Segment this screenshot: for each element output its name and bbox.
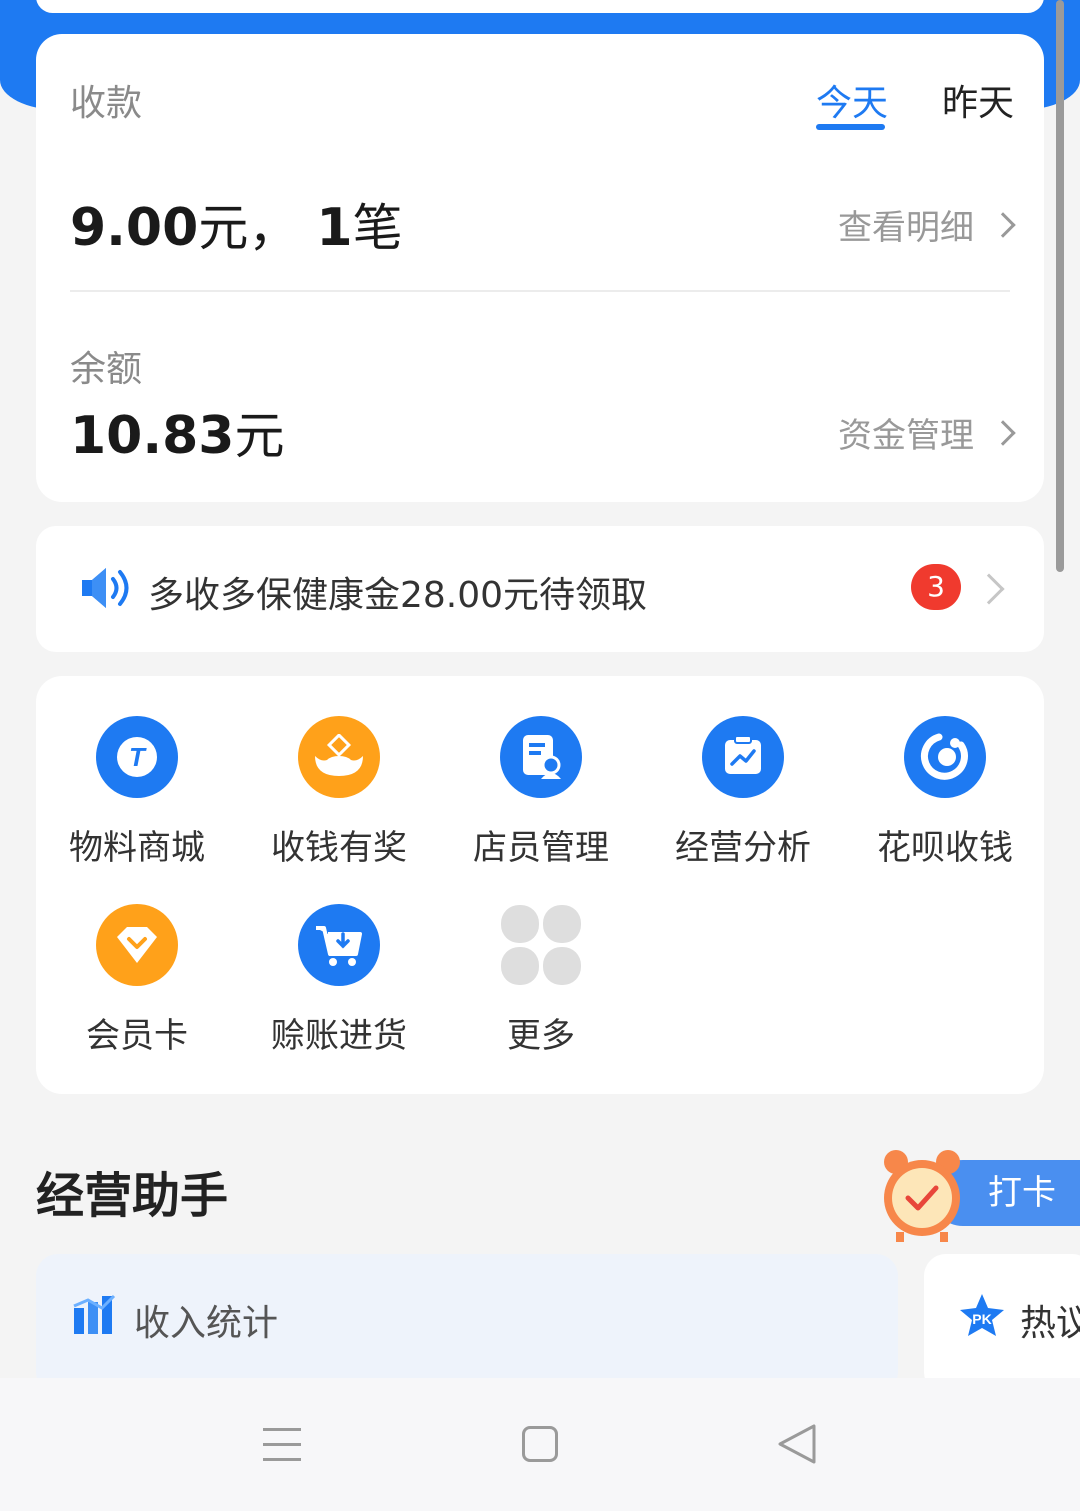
amount-value: 9.00	[70, 198, 199, 258]
system-navigation-bar	[0, 1378, 1080, 1511]
promo-notice-bar[interactable]: 多收多保健康金28.00元待领取 3	[36, 526, 1044, 652]
more-grid-icon	[500, 904, 582, 986]
checkin-button[interactable]: 打卡	[880, 1146, 1080, 1246]
tool-label: 店员管理	[473, 828, 609, 868]
collection-summary-card: 收款 今天 昨天 9.00元， 1笔 查看明细 余额 10.83元 资金管理	[36, 34, 1044, 502]
chart-icon	[702, 716, 784, 798]
tools-grid: T 物料商城 收钱有奖 店员管理 经营分析 花呗收钱 会员卡 赊账进货 更多	[36, 676, 1044, 1094]
tab-active-indicator	[816, 124, 885, 130]
count-unit: 笔	[352, 199, 403, 257]
tool-label: 花呗收钱	[877, 828, 1013, 868]
alarm-clock-icon	[880, 1146, 964, 1246]
top-card-edge	[36, 0, 1044, 13]
speaker-icon	[80, 564, 134, 616]
fund-management-link[interactable]: 资金管理	[838, 408, 1016, 457]
tool-staff-management[interactable]: 店员管理	[440, 716, 642, 869]
balance-value: 10.83元	[70, 396, 284, 468]
pk-star-icon: PK	[958, 1292, 1006, 1342]
balance-amount: 10.83	[70, 406, 235, 466]
assistant-title: 经营助手	[36, 1168, 229, 1224]
tool-member-card[interactable]: 会员卡	[36, 904, 238, 1057]
chevron-right-icon	[973, 573, 1005, 605]
tool-label: 收钱有奖	[271, 828, 407, 868]
tool-business-analysis[interactable]: 经营分析	[642, 716, 844, 869]
today-amount: 9.00元， 1笔	[70, 188, 403, 260]
income-stats-card[interactable]: 收入统计	[36, 1254, 898, 1394]
ingot-icon	[298, 716, 380, 798]
amount-unit: 元，	[198, 199, 299, 257]
collection-title: 收款	[70, 83, 143, 124]
tool-credit-purchase[interactable]: 赊账进货	[238, 904, 440, 1057]
svg-text:PK: PK	[972, 1311, 991, 1327]
count-value: 1	[316, 198, 353, 258]
tool-label: 会员卡	[86, 1016, 188, 1056]
t-shop-icon: T	[96, 716, 178, 798]
diamond-icon	[96, 904, 178, 986]
notification-badge: 3	[911, 564, 961, 610]
scrollbar[interactable]	[1056, 0, 1064, 572]
back-icon[interactable]	[776, 1422, 818, 1470]
promo-notice-text: 多收多保健康金28.00元待领取	[148, 575, 648, 616]
tab-today[interactable]: 今天	[816, 74, 888, 126]
tool-label: 经营分析	[675, 828, 811, 868]
menu-icon[interactable]	[263, 1428, 301, 1462]
fund-management-label: 资金管理	[838, 416, 974, 456]
balance-label: 余额	[70, 349, 143, 390]
tool-label: 物料商城	[69, 828, 205, 868]
income-stats-title: 收入统计	[134, 1303, 279, 1344]
chevron-right-icon	[990, 419, 1016, 446]
tab-yesterday[interactable]: 昨天	[942, 74, 1014, 126]
cart-icon	[298, 904, 380, 986]
tool-huabei-collect[interactable]: 花呗收钱	[844, 716, 1046, 869]
svg-text:T: T	[129, 742, 147, 772]
staff-doc-icon	[500, 716, 582, 798]
tool-label: 更多	[507, 1016, 575, 1056]
home-icon[interactable]	[522, 1426, 558, 1462]
hot-topics-card[interactable]: PK 热议	[924, 1254, 1080, 1394]
hot-topics-title: 热议	[1020, 1303, 1080, 1344]
balance-unit: 元	[234, 407, 285, 465]
view-detail-label: 查看明细	[838, 208, 974, 248]
tool-more[interactable]: 更多	[440, 904, 642, 1057]
view-detail-link[interactable]: 查看明细	[838, 200, 1016, 249]
tool-label: 赊账进货	[271, 1016, 407, 1056]
huabei-icon	[904, 716, 986, 798]
tool-material-mall[interactable]: T 物料商城	[36, 716, 238, 869]
bar-chart-icon	[72, 1292, 116, 1340]
divider	[70, 290, 1010, 292]
chevron-right-icon	[990, 211, 1016, 238]
tool-collect-reward[interactable]: 收钱有奖	[238, 716, 440, 869]
